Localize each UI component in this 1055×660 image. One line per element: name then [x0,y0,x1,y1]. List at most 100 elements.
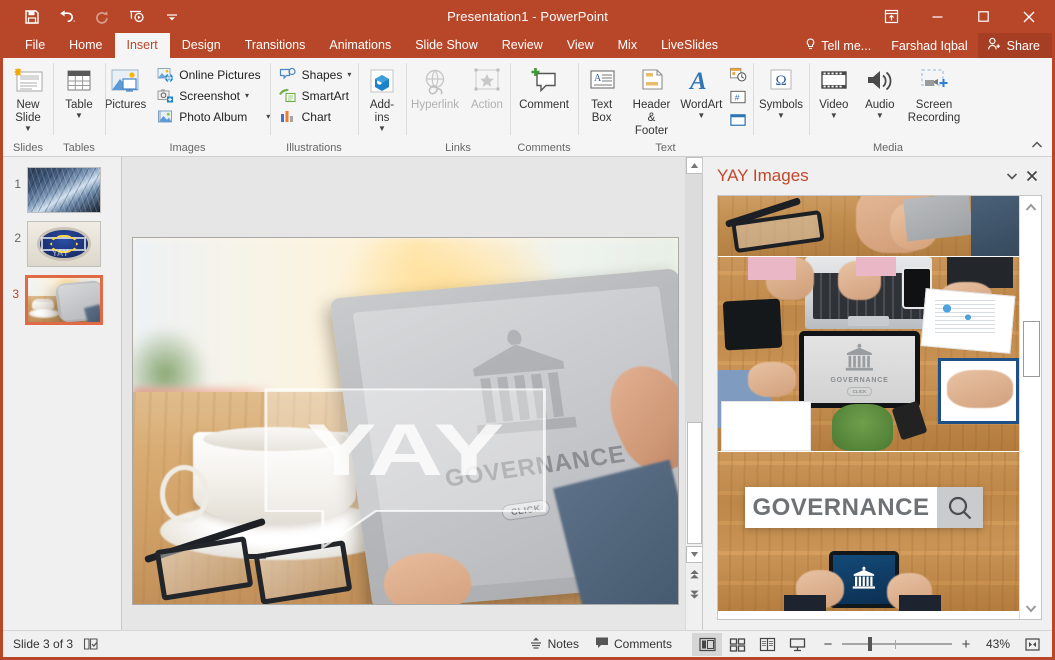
chart-button[interactable]: Chart [274,106,357,127]
tab-insert[interactable]: Insert [115,33,170,58]
scroll-thumb[interactable] [687,422,702,544]
ribbon-group-slides: New Slide ▼ Slides [3,58,53,157]
chevron-down-icon[interactable] [1002,166,1022,186]
slide-show-button[interactable] [782,633,812,656]
chevron-down-icon[interactable]: ▼ [777,112,785,120]
zoom-in-button[interactable]: + [958,636,974,653]
result-image-2[interactable]: GOVERNANCE CLICK [718,256,1019,451]
tab-design[interactable]: Design [170,33,233,58]
date-time-button[interactable] [724,64,752,85]
photo-album-button[interactable]: Photo Album ▾ [151,106,275,127]
chevron-down-icon[interactable]: ▼ [697,112,705,120]
video-button[interactable]: Video ▼ [811,62,857,120]
chevron-down-icon[interactable]: ▼ [876,112,884,120]
slide-sorter-button[interactable] [722,633,752,656]
chevron-down-icon[interactable]: ▾ [245,92,249,100]
result-image-1[interactable] [718,196,1019,256]
accessibility-checker-icon[interactable] [83,637,99,652]
fit-slide-to-window-icon[interactable] [1020,633,1044,655]
normal-view-button[interactable] [692,633,722,656]
tab-animations[interactable]: Animations [317,33,403,58]
table-button[interactable]: Table ▼ [56,62,102,120]
tab-transitions[interactable]: Transitions [233,33,318,58]
tab-view[interactable]: View [555,33,606,58]
object-button[interactable] [724,110,752,131]
tab-file[interactable]: File [13,33,57,58]
undo-icon[interactable] [56,6,78,28]
new-slide-button[interactable]: New Slide ▼ [5,62,51,133]
audio-button[interactable]: Audio ▼ [857,62,903,120]
header-footer-button[interactable]: Header & Footer [625,62,679,138]
chevron-up-icon[interactable] [1020,196,1042,218]
zoom-level-label[interactable]: 43% [980,637,1014,651]
slideshow-icon[interactable] [126,6,148,28]
redo-icon[interactable] [91,6,113,28]
next-slide-button[interactable] [686,586,703,603]
scroll-down-button[interactable] [686,546,703,563]
governance-building-logo-small [834,343,885,374]
slide-thumb-image-1[interactable] [27,167,101,213]
user-account[interactable]: Farshad Iqbal [881,35,977,57]
online-pictures-button[interactable]: Online Pictures [151,64,275,85]
tell-me-search[interactable]: Tell me... [795,34,881,58]
current-slide[interactable]: GOVERNANCE CLICK YAY [132,237,679,605]
previous-slide-button[interactable] [686,566,703,583]
chevron-down-icon[interactable]: ▼ [24,125,32,133]
slide-thumbnail-1[interactable]: 1 [3,167,121,213]
restore-icon[interactable] [960,0,1006,33]
slide-thumbnail-2[interactable]: 2 YAY [3,221,121,267]
comment-button[interactable]: Comment [514,62,574,112]
comments-button[interactable]: Comments [587,633,680,655]
chevron-down-icon[interactable]: ▼ [830,112,838,120]
save-icon[interactable] [21,6,43,28]
screen-recording-button[interactable]: Screen Recording [903,62,965,125]
screenshot-button[interactable]: Screenshot ▾ [151,85,275,106]
shapes-button[interactable]: Shapes ▾ [274,64,357,85]
chevron-down-icon[interactable]: ▾ [347,71,351,79]
scroll-track-upper[interactable] [686,174,703,422]
slide-thumbnail-pane[interactable]: 1 2 YAY 3 [3,157,122,630]
chevron-down-icon[interactable] [1020,597,1042,619]
close-icon[interactable] [1022,166,1042,186]
tab-mix[interactable]: Mix [606,33,649,58]
task-pane-scroll-thumb[interactable] [1023,321,1040,377]
pictures-button[interactable]: Pictures [100,62,152,112]
tab-home[interactable]: Home [57,33,114,58]
close-icon[interactable] [1006,0,1052,33]
chevron-down-icon[interactable]: ▼ [378,125,386,133]
zoom-slider[interactable] [842,637,952,651]
chevron-down-icon[interactable] [161,6,183,28]
action-button[interactable]: Action [464,62,510,112]
slide-thumbnail-3[interactable]: 3 [3,275,121,325]
notes-button[interactable]: Notes [521,633,587,656]
search-results-list[interactable]: GOVERNANCE CLICK [718,196,1019,619]
task-pane-scrollbar[interactable] [1019,196,1041,619]
ribbon-display-options-icon[interactable] [868,0,914,33]
zoom-out-button[interactable]: − [820,636,836,653]
slide-vertical-scrollbar[interactable] [685,157,702,630]
slide-canvas-area[interactable]: GOVERNANCE CLICK YAY [122,157,702,630]
symbols-button[interactable]: Ω Symbols ▼ [754,62,808,120]
chevron-down-icon[interactable]: ▼ [75,112,83,120]
smartart-button[interactable]: SmartArt [274,85,357,106]
tab-slide-show[interactable]: Slide Show [403,33,490,58]
text-box-button[interactable]: A Text Box [579,62,625,125]
wordart-button[interactable]: A WordArt ▼ [678,62,724,120]
minimize-icon[interactable] [914,0,960,33]
tab-liveslides[interactable]: LiveSlides [649,33,730,58]
slide-indicator[interactable]: Slide 3 of 3 [13,637,73,651]
collapse-ribbon-icon[interactable] [1028,136,1046,154]
scroll-up-button[interactable] [686,157,703,174]
reading-view-button[interactable] [752,633,782,656]
slide-thumb-image-3[interactable] [25,275,103,325]
hyperlink-button[interactable]: Hyperlink [406,62,464,112]
addins-button[interactable]: Add-ins ▼ [359,62,405,133]
slide-image-governance-tablet[interactable]: GOVERNANCE CLICK YAY [133,238,678,604]
share-button[interactable]: Share [978,33,1052,58]
slide-number-button[interactable]: # [724,87,752,108]
zoom-slider-handle[interactable] [868,637,872,651]
slide-thumb-image-2[interactable]: YAY [27,221,101,267]
task-pane-results[interactable]: GOVERNANCE CLICK [717,195,1042,620]
result-image-3[interactable]: GOVERNANCE [718,451,1019,611]
tab-review[interactable]: Review [490,33,555,58]
